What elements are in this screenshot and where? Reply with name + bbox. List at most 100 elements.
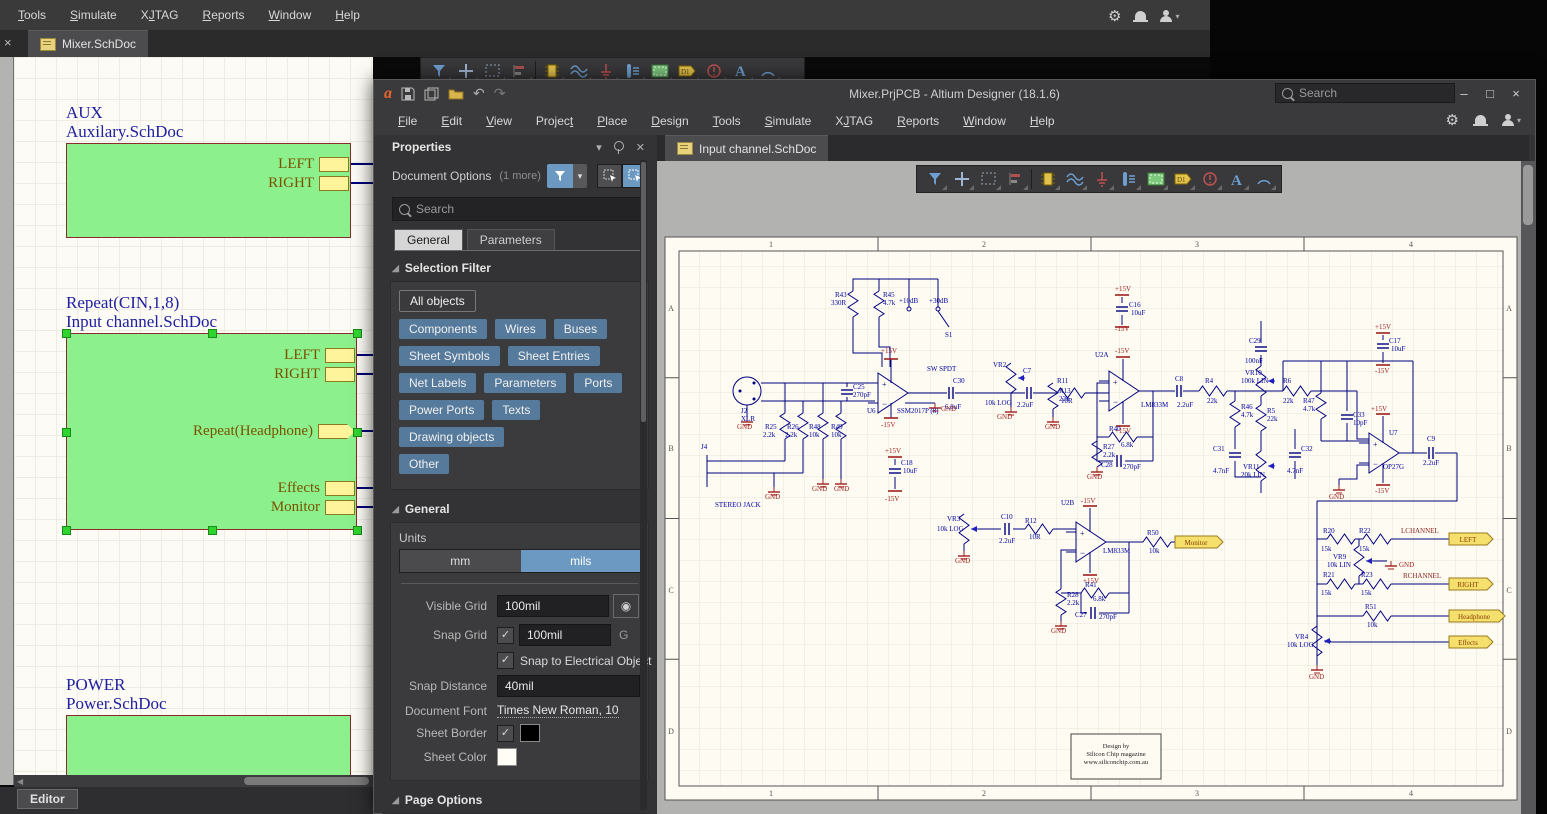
select-overlap-button[interactable] xyxy=(597,164,622,188)
panel-scrollbar-thumb[interactable] xyxy=(641,162,646,422)
horizontal-scrollbar[interactable]: ◀ xyxy=(14,775,373,787)
filter-texts-button[interactable]: Texts xyxy=(492,400,540,420)
menu-item-place[interactable]: Place xyxy=(585,111,639,131)
selection-handle[interactable] xyxy=(62,329,71,338)
sheet-entry-right[interactable]: RIGHT xyxy=(66,366,355,383)
place-power-port-icon[interactable] xyxy=(1088,167,1115,191)
visible-grid-input[interactable]: 100mil xyxy=(497,595,609,617)
sheet-entry-right[interactable]: RIGHT xyxy=(66,175,349,192)
place-text-icon[interactable]: A xyxy=(1223,167,1250,191)
selection-handle[interactable] xyxy=(353,526,362,535)
panel-search-input[interactable]: Search xyxy=(392,197,647,221)
menu-item-simulate[interactable]: Simulate xyxy=(753,111,824,131)
grid-visibility-button[interactable]: ◉ xyxy=(613,594,639,618)
selection-handle[interactable] xyxy=(208,329,217,338)
place-wire-icon[interactable] xyxy=(1061,167,1088,191)
filter-buses-button[interactable]: Buses xyxy=(554,319,607,339)
menu-item-xjtag[interactable]: XJTAG xyxy=(823,111,885,131)
section-page-options[interactable]: ◢ Page Options xyxy=(382,783,657,811)
filter-power-ports-button[interactable]: Power Ports xyxy=(399,400,484,420)
sheet-color-swatch[interactable] xyxy=(497,748,517,766)
sheet-border-color-swatch[interactable] xyxy=(520,724,540,742)
place-part-icon[interactable] xyxy=(1034,167,1061,191)
menu-item-tools[interactable]: Tools xyxy=(6,5,58,25)
user-menu[interactable]: ▾ xyxy=(1160,10,1179,22)
sheet-symbol-power[interactable] xyxy=(66,715,351,775)
sheet-entry-monitor[interactable]: Monitor xyxy=(66,499,355,516)
menu-item-tools[interactable]: Tools xyxy=(701,111,753,131)
place-sheet-symbol-icon[interactable] xyxy=(1142,167,1169,191)
tab-general[interactable]: General xyxy=(394,229,463,250)
selection-handle[interactable] xyxy=(208,526,217,535)
menu-item-reports[interactable]: Reports xyxy=(191,5,257,25)
editor-scrollbar[interactable] xyxy=(1521,161,1535,814)
filter-wires-button[interactable]: Wires xyxy=(495,319,546,339)
menu-item-simulate[interactable]: Simulate xyxy=(58,5,129,25)
menu-item-help[interactable]: Help xyxy=(323,5,372,25)
sheet-entry-effects[interactable]: Effects xyxy=(66,480,355,497)
filter-sheet-entries-button[interactable]: Sheet Entries xyxy=(508,346,600,366)
snap-grid-input[interactable]: 100mil xyxy=(519,624,611,646)
gear-icon[interactable]: ⚙ xyxy=(1108,7,1121,25)
gear-icon[interactable]: ⚙ xyxy=(1446,111,1459,129)
menu-item-view[interactable]: View xyxy=(474,111,524,131)
move-icon[interactable] xyxy=(948,167,975,191)
scroll-left-icon[interactable]: ◀ xyxy=(17,777,23,786)
place-bus-icon[interactable] xyxy=(1115,167,1142,191)
filter-icon[interactable] xyxy=(921,167,948,191)
units-mm[interactable]: mm xyxy=(400,550,521,572)
redo-icon[interactable]: ↷ xyxy=(494,85,506,102)
selection-handle[interactable] xyxy=(353,428,362,437)
title-search-box[interactable]: Search xyxy=(1275,83,1455,103)
sheet-entry-repeat-headphone-[interactable]: Repeat(Headphone) xyxy=(66,423,355,440)
align-icon[interactable] xyxy=(1002,167,1029,191)
altium-logo-icon[interactable]: a xyxy=(384,85,392,103)
filter-drawing-objects-button[interactable]: Drawing objects xyxy=(399,427,504,447)
tab-parameters[interactable]: Parameters xyxy=(467,229,555,250)
titlebar[interactable]: a ↶ ↷ Mixer.PrjPCB - Altium Designer (18… xyxy=(374,80,1535,107)
filter-split-button[interactable]: ▾ xyxy=(547,164,587,188)
schematic-editor-canvas[interactable]: 12341234AABBCCDD+−+−+−+−MonitorLEFTRIGHT… xyxy=(657,161,1521,814)
filter-other-button[interactable]: Other xyxy=(399,454,449,474)
menu-item-file[interactable]: File xyxy=(386,111,429,131)
selection-handle[interactable] xyxy=(62,428,71,437)
selection-handle[interactable] xyxy=(62,526,71,535)
document-font-link[interactable]: Times New Roman, 10 xyxy=(497,703,619,718)
tab-close-icon[interactable]: × xyxy=(4,35,12,50)
place-port-icon[interactable]: D1 xyxy=(1169,167,1196,191)
sheet-entry-left[interactable]: LEFT xyxy=(66,347,355,364)
sheet-border-checkbox[interactable]: ✓ xyxy=(497,725,514,742)
panel-close-icon[interactable]: ✕ xyxy=(636,141,645,154)
tab-mixer-schdoc[interactable]: Mixer.SchDoc xyxy=(28,30,148,57)
section-general[interactable]: ◢ General xyxy=(382,492,657,520)
save-all-icon[interactable] xyxy=(424,87,439,101)
panel-dropdown-icon[interactable]: ▾ xyxy=(596,141,602,154)
tab-input-channel-schdoc[interactable]: Input channel.SchDoc xyxy=(665,135,828,161)
filter-ports-button[interactable]: Ports xyxy=(574,373,622,393)
place-directive-icon[interactable] xyxy=(1196,167,1223,191)
menu-item-xjtag[interactable]: XJTAG xyxy=(129,5,191,25)
snap-electrical-checkbox[interactable]: ✓ xyxy=(497,652,514,669)
place-arc-icon[interactable] xyxy=(1250,167,1277,191)
panel-scrollbar[interactable] xyxy=(640,160,647,810)
snap-grid-checkbox[interactable]: ✓ xyxy=(497,627,514,644)
units-mils[interactable]: mils xyxy=(521,550,642,572)
section-selection-filter[interactable]: ◢ Selection Filter xyxy=(382,251,657,279)
bell-icon[interactable] xyxy=(1135,11,1146,21)
filter-components-button[interactable]: Components xyxy=(399,319,487,339)
filter-net-labels-button[interactable]: Net Labels xyxy=(399,373,476,393)
sheet-entry-left[interactable]: LEFT xyxy=(66,156,349,173)
user-menu[interactable]: ▾ xyxy=(1502,114,1521,126)
bell-icon[interactable] xyxy=(1475,115,1486,125)
undo-icon[interactable]: ↶ xyxy=(473,85,485,102)
scrollbar-thumb[interactable] xyxy=(244,777,369,785)
editor-button[interactable]: Editor xyxy=(17,789,78,809)
maximize-button[interactable]: □ xyxy=(1477,86,1503,101)
menu-item-design[interactable]: Design xyxy=(639,111,700,131)
close-button[interactable]: × xyxy=(1503,86,1529,101)
mixer-schematic-canvas[interactable]: AUXAuxilary.SchDocLEFTRIGHTRepeat(CIN,1,… xyxy=(14,57,373,775)
editor-scrollbar-thumb[interactable] xyxy=(1523,165,1533,225)
minimize-button[interactable]: – xyxy=(1451,86,1477,101)
selection-handle[interactable] xyxy=(353,329,362,338)
snap-distance-input[interactable]: 40mil xyxy=(497,675,640,697)
